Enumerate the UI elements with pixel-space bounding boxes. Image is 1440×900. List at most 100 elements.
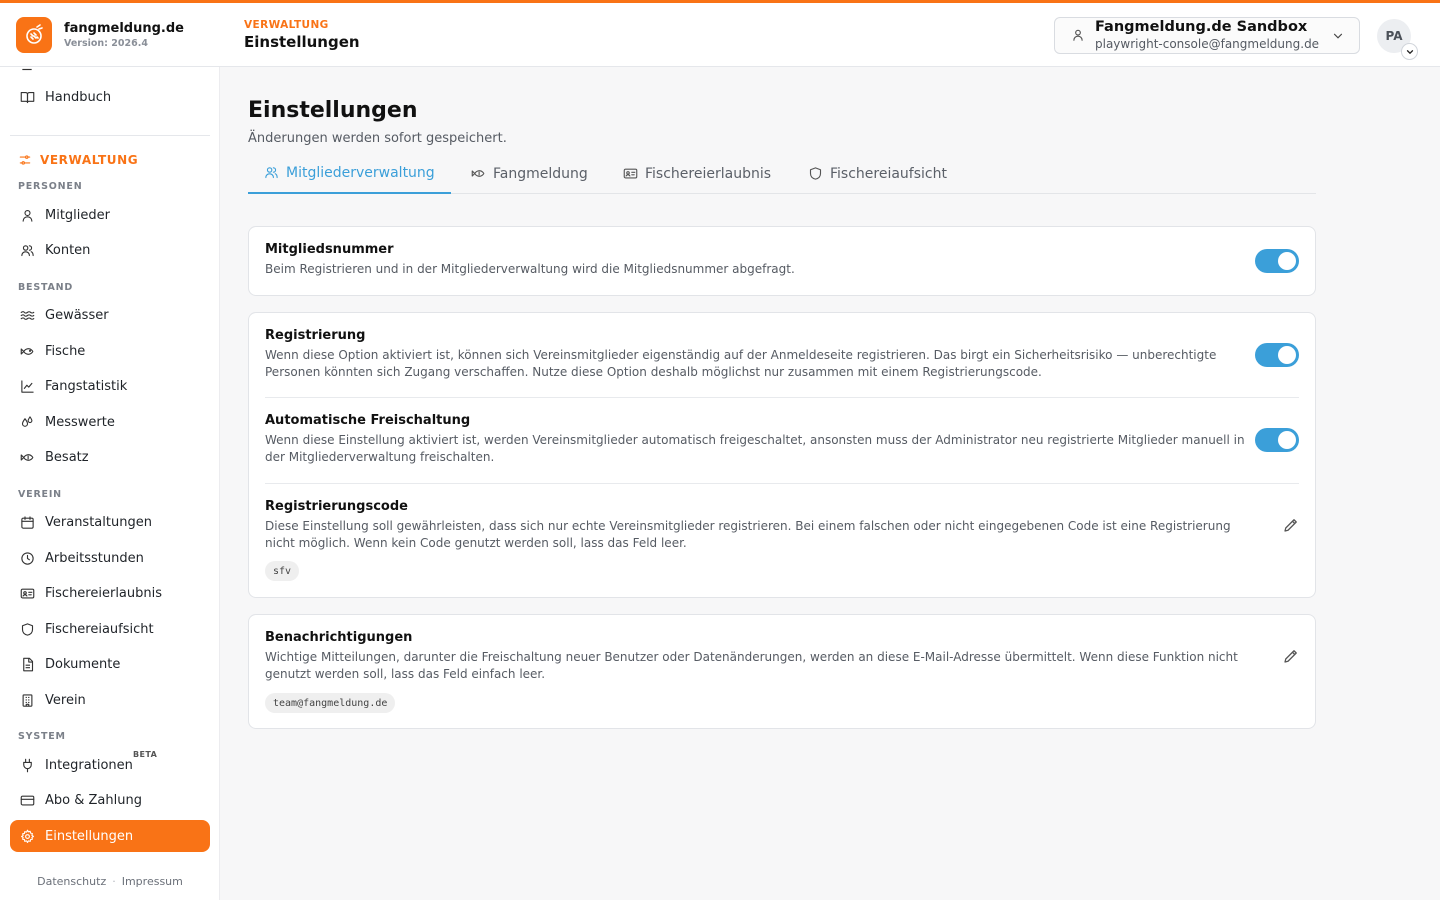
sidebar-item-fangstatistik[interactable]: Fangstatistik	[10, 370, 210, 402]
tab-fischereiaufsicht[interactable]: Fischereiaufsicht	[808, 153, 947, 194]
id-card-icon	[623, 168, 638, 179]
sidebar-item-konten[interactable]: Konten	[10, 234, 210, 266]
card-mitgliedsnummer: Mitgliedsnummer Beim Registrieren und in…	[248, 226, 1316, 296]
chart-line-icon	[21, 379, 34, 393]
sidebar-item-einstellungen[interactable]: Einstellungen	[10, 820, 210, 852]
sliders-icon	[19, 155, 31, 165]
calendar-icon	[21, 515, 34, 529]
id-card-icon	[20, 588, 35, 598]
mitgliedsnummer-toggle[interactable]	[1255, 249, 1299, 273]
setting-description: Wenn diese Einstellung aktiviert ist, we…	[265, 433, 1245, 464]
brand-logo[interactable]	[16, 17, 52, 53]
chevron-down-icon	[1333, 33, 1343, 39]
sidebar-divider	[10, 135, 210, 136]
sidebar-group-label: PERSONEN	[18, 181, 83, 192]
sidebar-item-label: Einstellungen	[45, 828, 134, 844]
user-icon	[1073, 29, 1083, 41]
tab-fischereierlaubnis[interactable]: Fischereierlaubnis	[623, 153, 771, 194]
registrierungscode-value: sfv	[265, 561, 300, 581]
sidebar-item-handbuch[interactable]: Handbuch	[10, 81, 210, 113]
app-header: fangmeldung.de Version: 2026.4 VERWALTUN…	[0, 3, 1440, 67]
book-icon	[20, 91, 35, 103]
setting-title: Benachrichtigungen	[265, 630, 413, 645]
sidebar-item-fischereiaufsicht[interactable]: Fischereiaufsicht	[10, 613, 210, 645]
sidebar-item-gewaesser[interactable]: Gewässer	[10, 299, 210, 331]
sidebar-item-label: Abo & Zahlung	[45, 792, 142, 808]
sidebar-group-label: BESTAND	[18, 282, 74, 293]
page-subtitle: Änderungen werden sofort gespeichert.	[248, 131, 507, 146]
sidebar-item-mitglieder[interactable]: Mitglieder	[10, 199, 210, 231]
sidebar-item-arbeitsstunden[interactable]: Arbeitsstunden	[10, 542, 210, 574]
footer-separator: ·	[112, 875, 116, 888]
sidebar-item-abo[interactable]: Abo & Zahlung	[10, 784, 210, 816]
sidebar-item-label: Dokumente	[45, 656, 121, 672]
sidebar-item-messwerte[interactable]: Messwerte	[10, 406, 210, 438]
sidebar-section-verwaltung: VERWALTUNG	[18, 153, 138, 167]
brand-version: Version: 2026.4	[64, 38, 148, 49]
sidebar-item-veranstaltungen[interactable]: Veranstaltungen	[10, 506, 210, 538]
sidebar: Handbuch VERWALTUNG PERSONEN Mitglieder …	[0, 67, 220, 900]
sidebar-item-label: Fischereiaufsicht	[45, 621, 154, 637]
fish-icon	[20, 347, 34, 355]
sidebar-item-dokumente[interactable]: Dokumente	[10, 648, 210, 680]
main-content: Einstellungen Änderungen werden sofort g…	[221, 67, 1440, 900]
setting-row-benachrichtigungen: Benachrichtigungen Wichtige Mitteilungen…	[265, 630, 1299, 683]
sidebar-item-label: Besatz	[45, 449, 89, 465]
sidebar-item-label: Mitglieder	[45, 207, 110, 223]
pencil-icon[interactable]	[1282, 516, 1300, 534]
setting-description: Beim Registrieren und in der Mitgliederv…	[265, 262, 795, 276]
sidebar-item-label: Verein	[45, 692, 86, 708]
setting-row-registrierung: Registrierung Wenn diese Option aktivier…	[265, 328, 1299, 381]
sidebar-item-label: Fangstatistik	[45, 378, 128, 394]
pencil-icon[interactable]	[1282, 647, 1300, 665]
fish-logo-icon	[26, 24, 43, 44]
page-title: Einstellungen	[248, 98, 418, 123]
users-icon	[21, 244, 34, 256]
waves-icon	[20, 310, 35, 320]
sidebar-group-label: VEREIN	[18, 489, 62, 500]
sidebar-item-integrationen[interactable]: Integrationen	[10, 749, 210, 781]
clock-icon	[21, 551, 34, 565]
setting-title: Mitgliedsnummer	[265, 242, 394, 257]
sidebar-item-label: Fische	[45, 343, 86, 359]
sidebar-item-verein[interactable]: Verein	[10, 684, 210, 716]
setting-title: Registrierungscode	[265, 499, 408, 514]
tenant-switcher[interactable]: Fangmeldung.de Sandbox playwright-consol…	[1054, 17, 1360, 54]
credit-card-icon	[20, 795, 35, 805]
shield-icon	[21, 622, 34, 636]
tab-fangmeldung[interactable]: Fangmeldung	[471, 153, 588, 194]
sidebar-footer: Datenschutz · Impressum	[0, 875, 219, 888]
setting-description: Diese Einstellung soll gewährleisten, da…	[265, 519, 1231, 550]
sidebar-item-label: Fischereierlaubnis	[45, 585, 163, 601]
registrierung-toggle[interactable]	[1255, 343, 1299, 367]
sidebar-group-label: SYSTEM	[18, 731, 66, 742]
brand-name: fangmeldung.de	[64, 21, 184, 36]
imprint-link[interactable]: Impressum	[122, 875, 183, 888]
sidebar-item-fische[interactable]: Fische	[10, 335, 210, 367]
benachrichtigungen-email-value: team@fangmeldung.de	[265, 693, 396, 713]
shield-icon	[809, 167, 822, 180]
sidebar-item-label: Veranstaltungen	[45, 514, 152, 530]
plug-icon	[23, 758, 32, 772]
sidebar-item-fischereierlaubnis[interactable]: Fischereierlaubnis	[10, 577, 210, 609]
droplets-icon	[21, 415, 33, 427]
avatar-menu-toggle[interactable]	[1401, 43, 1418, 60]
setting-row-auto-freischaltung: Automatische Freischaltung Wenn diese Ei…	[265, 413, 1299, 466]
setting-description: Wenn diese Option aktiviert ist, können …	[265, 348, 1217, 379]
setting-title: Automatische Freischaltung	[265, 413, 471, 428]
fish-icon	[471, 170, 485, 177]
card-benachrichtigungen: Benachrichtigungen Wichtige Mitteilungen…	[248, 614, 1316, 729]
fish-icon	[20, 453, 34, 461]
gear-icon	[21, 829, 34, 843]
privacy-link[interactable]: Datenschutz	[37, 875, 106, 888]
settings-tabs: Mitgliederverwaltung Fangmeldung Fischer…	[248, 153, 1316, 194]
users-icon	[265, 167, 278, 179]
row-divider	[265, 483, 1299, 484]
user-icon	[22, 209, 33, 222]
sidebar-item-label: Messwerte	[45, 414, 115, 430]
setting-row-mitgliedsnummer: Mitgliedsnummer Beim Registrieren und in…	[265, 242, 1299, 278]
sidebar-item-besatz[interactable]: Besatz	[10, 441, 210, 473]
building-icon	[22, 693, 33, 707]
auto-freischaltung-toggle[interactable]	[1255, 428, 1299, 452]
tab-mitgliederverwaltung[interactable]: Mitgliederverwaltung	[248, 153, 451, 194]
